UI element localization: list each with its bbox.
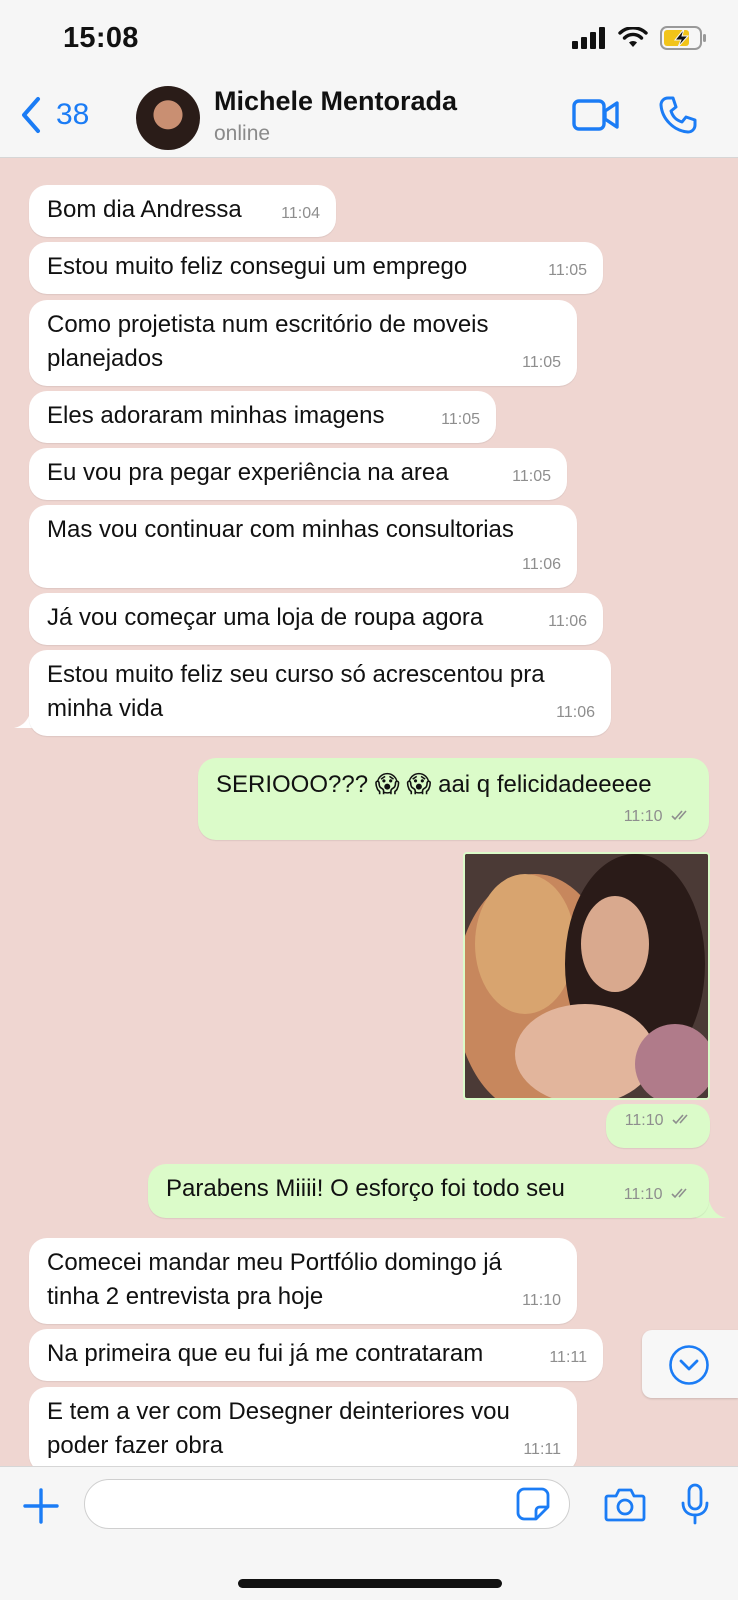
message-time: 11:05 [548, 262, 587, 279]
message-bubble[interactable]: Mas vou continuar com minhas consultoria… [29, 505, 577, 588]
message-time: 11:06 [548, 613, 587, 630]
message-time-label: 11:10 [624, 1112, 664, 1129]
message-time: 11:11 [523, 1441, 561, 1458]
chat-header: 38 Michele Mentorada online [0, 78, 738, 158]
message-input[interactable] [84, 1479, 570, 1529]
message-text: Estou muito feliz consegui um emprego [47, 253, 468, 280]
chevron-left-icon [22, 97, 40, 133]
unread-count: 38 [56, 98, 90, 131]
message-time: 11:06 [556, 704, 595, 721]
plus-icon [23, 1488, 59, 1524]
microphone-button[interactable] [680, 1483, 710, 1530]
message-time: 11:05 [522, 354, 561, 371]
message-bubble[interactable]: Já vou começar uma loja de roupa agora 1… [29, 593, 603, 645]
read-ticks-icon [671, 1188, 687, 1199]
message-bubble[interactable]: Eles adoraram minhas imagens 11:05 [29, 391, 496, 443]
message-time: 11:10 [624, 1178, 693, 1212]
message-bubble[interactable]: Estou muito feliz consegui um emprego 11… [29, 242, 603, 294]
message-text: E tem a ver com Desegner deinteriores vo… [47, 1398, 510, 1459]
voice-call-button[interactable] [658, 95, 698, 140]
sticker-icon [516, 1487, 550, 1521]
message-time: 11:06 [522, 556, 561, 573]
message-bubble-outgoing[interactable]: Parabens Miiii! O esforço foi todo seu 1… [148, 1164, 709, 1218]
read-ticks-icon [671, 810, 687, 821]
message-bubble[interactable]: Na primeira que eu fui já me contrataram… [29, 1329, 603, 1381]
image-timestamp-bubble: 11:10 [606, 1104, 710, 1148]
read-ticks-icon [672, 1114, 688, 1125]
message-text: Como projetista num escritório de moveis… [47, 311, 489, 372]
message-text: Bom dia Andressa [47, 196, 242, 223]
message-time: 11:05 [441, 411, 480, 428]
message-time-label: 11:10 [623, 808, 663, 825]
message-time: 11:10 [522, 1292, 561, 1309]
image-message[interactable] [463, 852, 710, 1100]
video-camera-icon [572, 99, 619, 131]
scroll-to-bottom-button[interactable] [642, 1330, 738, 1398]
message-bubble[interactable]: Bom dia Andressa 11:04 [29, 185, 336, 237]
status-icons [572, 26, 708, 50]
message-composer [0, 1466, 738, 1600]
phone-icon [659, 96, 697, 134]
message-text: Já vou começar uma loja de roupa agora [47, 604, 484, 631]
message-time: 11:10 [624, 800, 693, 834]
video-call-button[interactable] [572, 98, 620, 137]
status-bar: 15:08 [0, 0, 738, 78]
message-bubble[interactable]: E tem a ver com Desegner deinteriores vo… [29, 1387, 577, 1473]
back-button[interactable]: 38 [20, 96, 89, 134]
status-time: 15:08 [63, 22, 139, 54]
message-text: Comecei mandar meu Portfólio domingo já … [47, 1249, 502, 1310]
attach-button[interactable] [22, 1487, 60, 1530]
message-time: 11:04 [281, 205, 320, 222]
message-text: SERIOOO??? 😱 😱 aai q felicidadeeeee [216, 771, 652, 798]
home-indicator [238, 1579, 502, 1588]
battery-charging-icon [660, 26, 706, 50]
message-bubble[interactable]: Comecei mandar meu Portfólio domingo já … [29, 1238, 577, 1324]
chevron-down-circle-icon [669, 1345, 709, 1385]
message-text: Na primeira que eu fui já me contrataram [47, 1340, 484, 1367]
message-text: Eles adoraram minhas imagens [47, 402, 385, 429]
sticker-button[interactable] [516, 1487, 550, 1526]
signal-icon [572, 27, 605, 49]
message-bubble-outgoing[interactable]: SERIOOO??? 😱 😱 aai q felicidadeeeee 11:1… [198, 758, 709, 840]
message-time: 11:05 [512, 468, 551, 485]
message-bubble[interactable]: Eu vou pra pegar experiência na area 11:… [29, 448, 567, 500]
message-time: 11:10 [625, 1104, 694, 1138]
contact-status: online [214, 122, 271, 145]
avatar[interactable] [136, 86, 200, 150]
microphone-icon [681, 1483, 709, 1525]
message-text: Mas vou continuar com minhas consultoria… [47, 516, 514, 543]
message-bubble[interactable]: Como projetista num escritório de moveis… [29, 300, 577, 386]
message-bubble[interactable]: Estou muito feliz seu curso só acrescent… [29, 650, 611, 736]
message-time-label: 11:10 [623, 1186, 663, 1203]
wifi-icon [618, 27, 648, 47]
message-text: Eu vou pra pegar experiência na area [47, 459, 449, 486]
camera-button[interactable] [604, 1487, 646, 1528]
message-text: Estou muito feliz seu curso só acrescent… [47, 661, 545, 722]
contact-name[interactable]: Michele Mentorada [214, 86, 457, 117]
message-text: Parabens Miiii! O esforço foi todo seu [166, 1175, 565, 1202]
photo-content [465, 854, 708, 1098]
camera-icon [604, 1488, 646, 1522]
message-time: 11:11 [549, 1349, 587, 1366]
